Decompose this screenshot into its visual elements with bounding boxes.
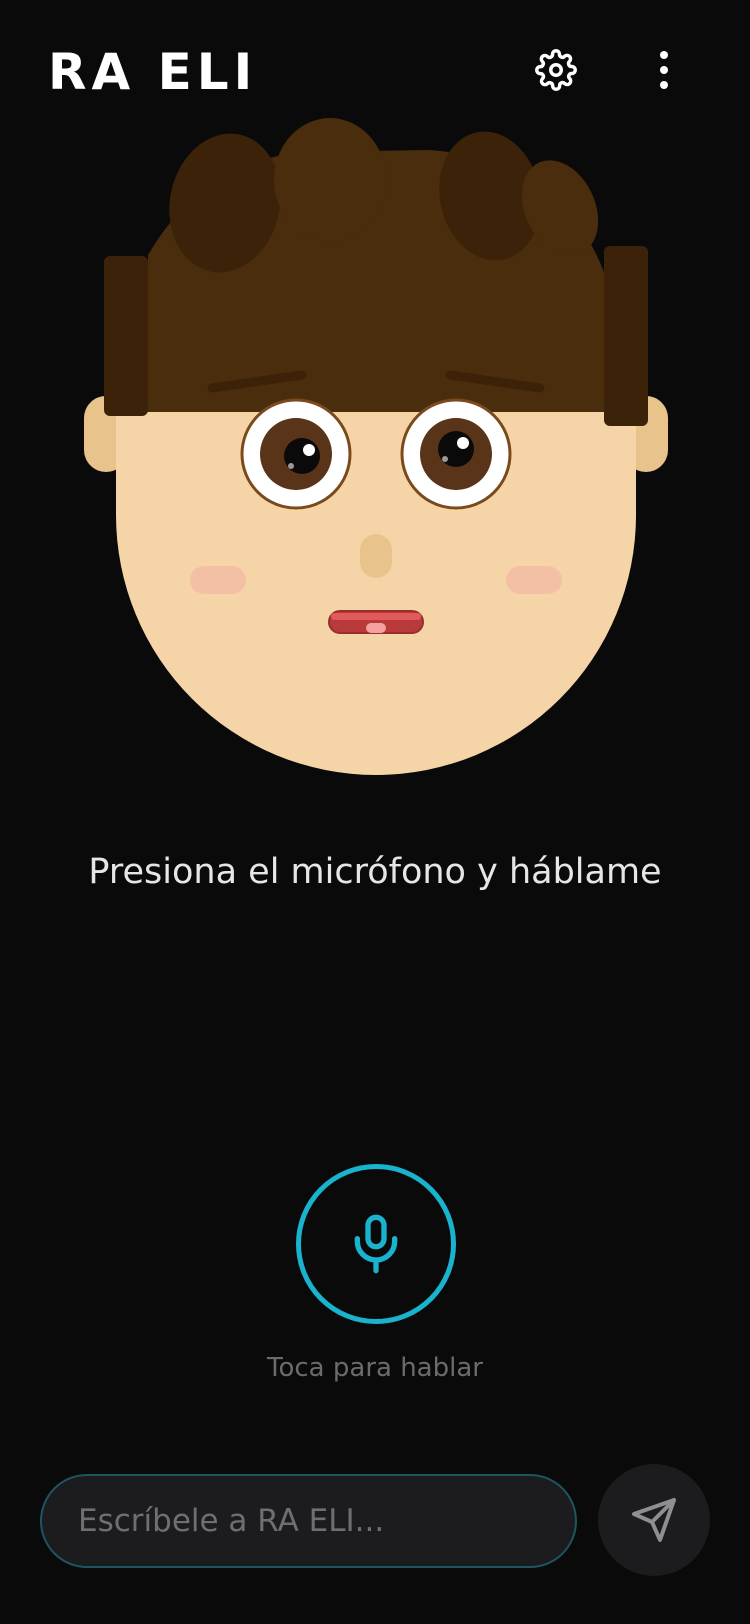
- right-cheek: [506, 566, 562, 594]
- right-eye: [400, 398, 512, 510]
- nose: [360, 534, 392, 578]
- send-button[interactable]: [598, 1464, 710, 1576]
- more-vertical-icon: [660, 51, 668, 89]
- microphone-button[interactable]: [296, 1164, 456, 1324]
- message-input[interactable]: [40, 1474, 577, 1568]
- prompt-text: Presiona el micrófono y háblame: [88, 852, 662, 892]
- send-icon: [632, 1498, 676, 1542]
- left-eye: [240, 398, 352, 510]
- app-title: RA ELI: [48, 43, 258, 101]
- mouth: [328, 610, 424, 634]
- gear-icon: [535, 49, 577, 91]
- more-options-button[interactable]: [632, 38, 696, 102]
- mic-hint: Toca para hablar: [267, 1353, 483, 1383]
- settings-button[interactable]: [524, 38, 588, 102]
- avatar: [84, 118, 668, 775]
- left-cheek: [190, 566, 246, 594]
- microphone-icon: [354, 1214, 398, 1274]
- face: [116, 412, 636, 775]
